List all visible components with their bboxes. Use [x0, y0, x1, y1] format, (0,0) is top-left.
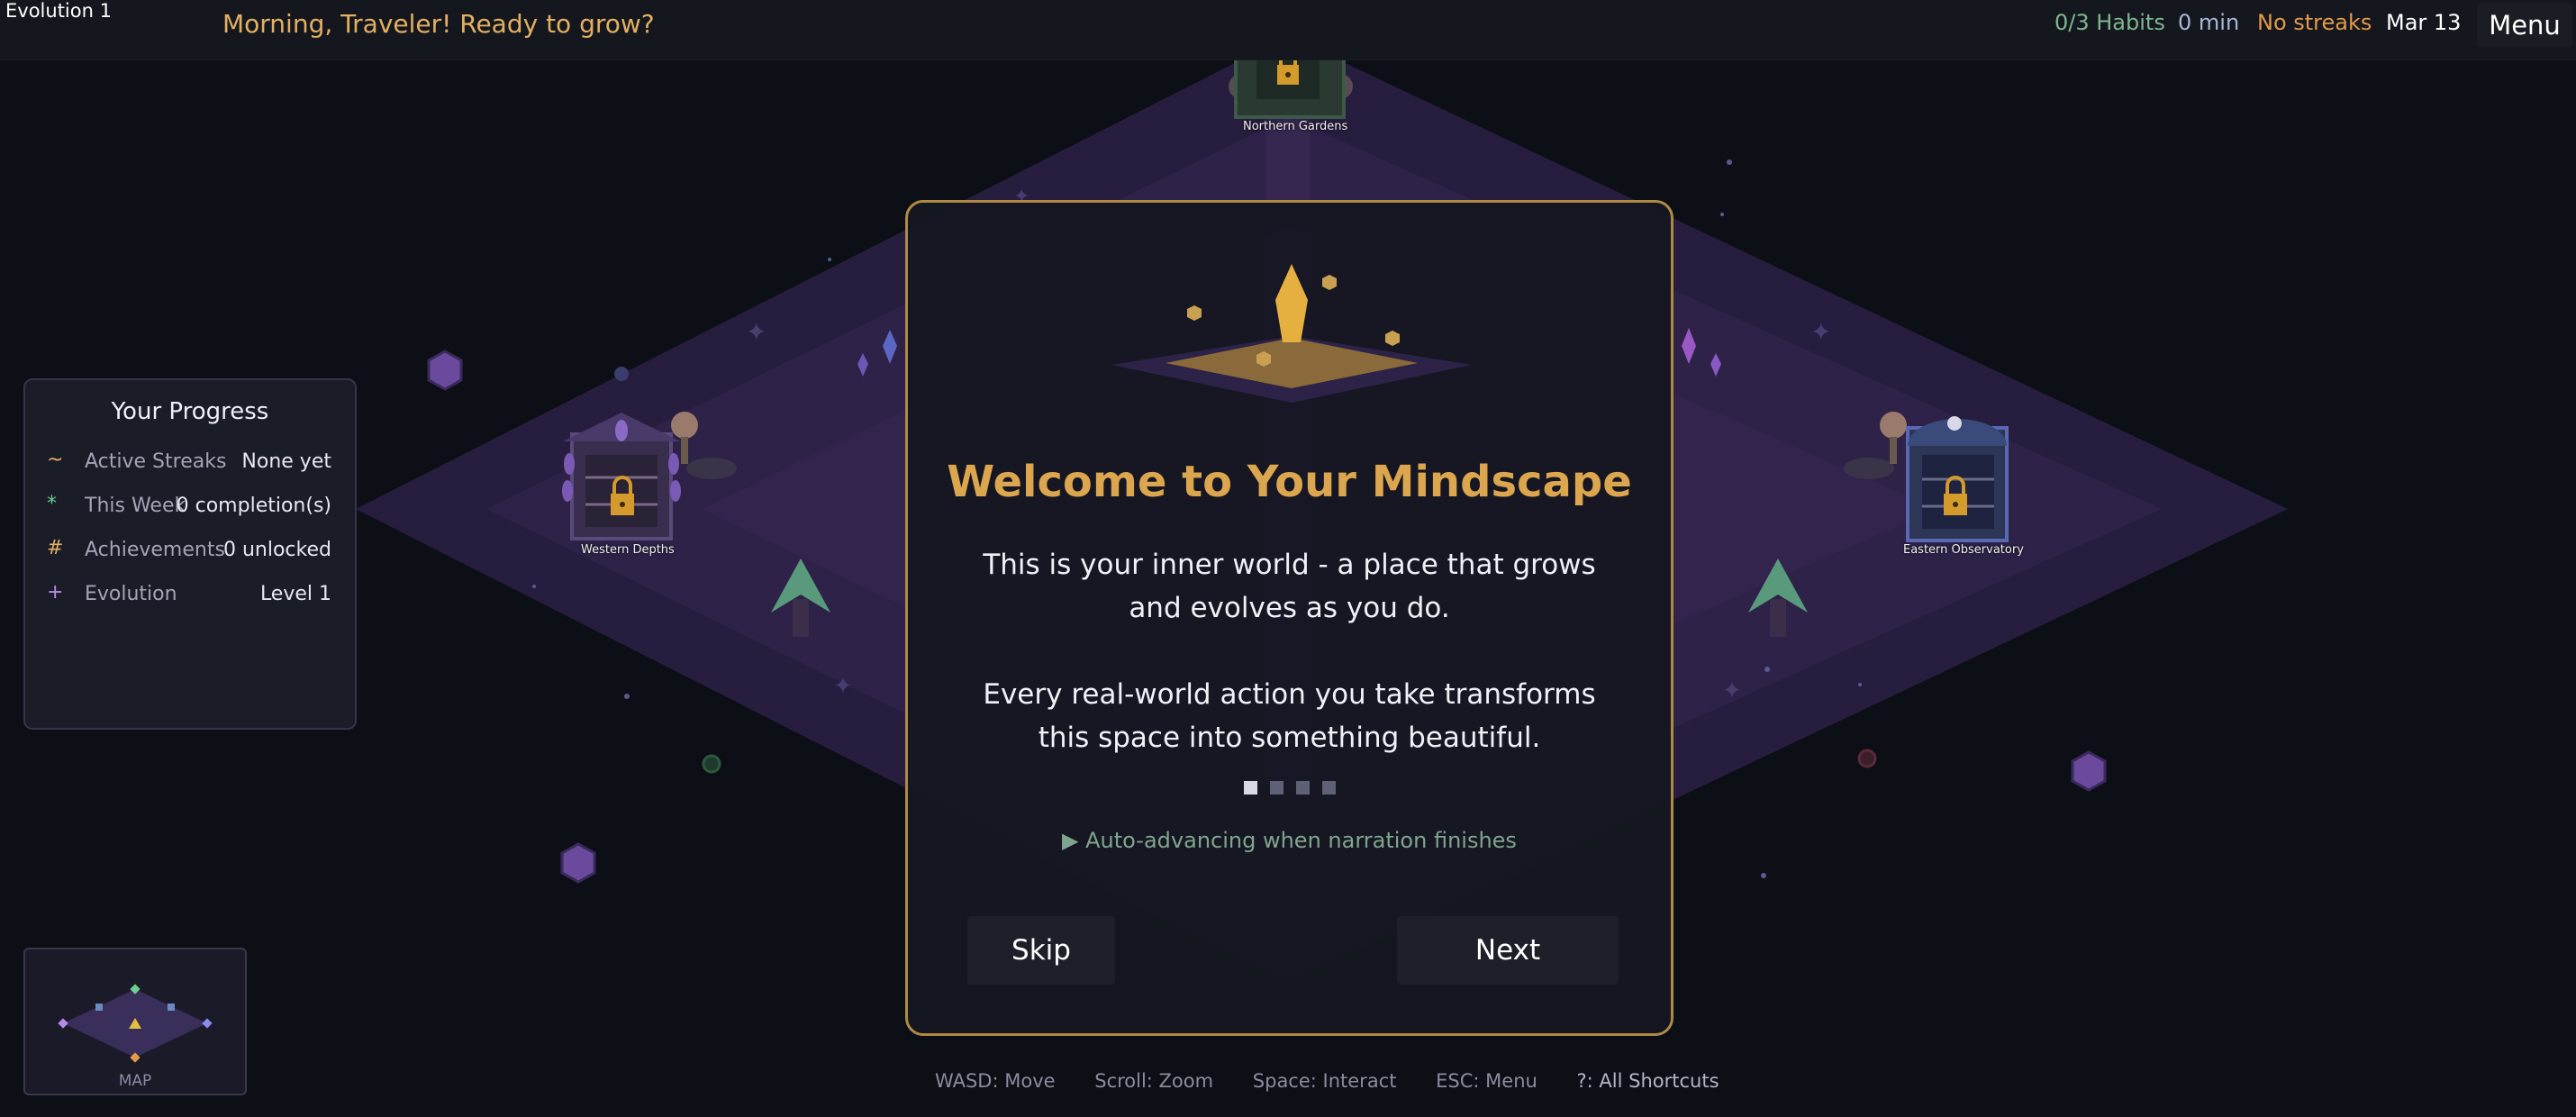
modal-intro-text: This is your inner world - a place that … [983, 549, 1596, 624]
hint-all-shortcuts[interactable]: ?: All Shortcuts [1577, 1070, 1719, 1092]
svg-text:✦: ✦ [1810, 317, 1831, 347]
mindscape-crystal-icon [1111, 264, 1472, 403]
streaks-status: No streaks [2257, 10, 2372, 35]
progress-value: None yet [241, 450, 331, 473]
evolution-icon: + [47, 581, 64, 604]
hint-move: WASD: Move [935, 1070, 1056, 1092]
habits-counter: 0/3 Habits [2054, 10, 2165, 35]
step-indicator [908, 781, 1671, 798]
modal-description-text: Every real-world action you take transfo… [983, 678, 1596, 754]
menu-button[interactable]: Menu [2477, 4, 2572, 47]
progress-label: Evolution [85, 583, 177, 605]
step-dot [1243, 781, 1257, 795]
progress-title: Your Progress [111, 398, 269, 425]
streak-icon: ~ [47, 449, 64, 471]
evolution-label: Evolution 1 [5, 0, 112, 22]
progress-row-achievements: # Achievements 0 unlocked [25, 535, 355, 571]
date-display: Mar 13 [2386, 10, 2462, 35]
northern-gardens-label: Northern Gardens [1243, 120, 1348, 133]
minimap-diamond [58, 984, 213, 1063]
svg-text:✦: ✦ [1722, 677, 1742, 704]
hint-menu: ESC: Menu [1436, 1070, 1537, 1092]
minimap-label: MAP [118, 1072, 152, 1090]
orb [614, 367, 629, 381]
minutes-counter: 0 min [2178, 10, 2240, 35]
progress-row-week: * This Week 0 completion(s) [25, 491, 355, 527]
minimap-east-marker [202, 1018, 213, 1029]
progress-row-streaks: ~ Active Streaks None yet [25, 447, 355, 483]
progress-panel: Your Progress ~ Active Streaks None yet … [23, 378, 357, 730]
modal-title: Welcome to Your Mindscape [947, 457, 1632, 507]
step-dot [1269, 781, 1283, 795]
progress-value: Level 1 [259, 583, 331, 605]
next-button[interactable]: Next [1397, 916, 1619, 985]
minimap-west-marker [58, 1018, 68, 1029]
greeting-text: Morning, Traveler! Ready to grow? [222, 9, 655, 39]
progress-value: 0 completion(s) [176, 495, 331, 517]
top-bar: Evolution 1 Morning, Traveler! Ready to … [0, 0, 2576, 60]
auto-advance-notice: ▶ Auto-advancing when narration finishes [1062, 828, 1517, 853]
hint-interact: Space: Interact [1252, 1070, 1397, 1092]
progress-label: This Week [85, 495, 186, 517]
shortcut-hints: WASD: Move Scroll: Zoom Space: Interact … [935, 1070, 1753, 1092]
eastern-observatory-label: Eastern Observatory [1903, 543, 2024, 557]
progress-value: 0 unlocked [222, 539, 331, 561]
achievement-icon: # [47, 537, 64, 559]
step-dot [1321, 781, 1336, 795]
hint-zoom: Scroll: Zoom [1094, 1070, 1214, 1092]
week-icon: * [47, 493, 57, 515]
welcome-modal: Welcome to Your Mindscape This is your i… [905, 200, 1673, 1036]
step-dot [1295, 781, 1310, 795]
skip-button[interactable]: Skip [967, 916, 1115, 985]
svg-text:✦: ✦ [746, 317, 766, 347]
progress-label: Achievements [85, 539, 225, 561]
minimap[interactable]: MAP [23, 948, 247, 1095]
western-depths-label: Western Depths [581, 543, 675, 557]
svg-text:✦: ✦ [833, 673, 853, 700]
progress-label: Active Streaks [85, 450, 227, 473]
progress-row-evolution: + Evolution Level 1 [25, 579, 355, 615]
